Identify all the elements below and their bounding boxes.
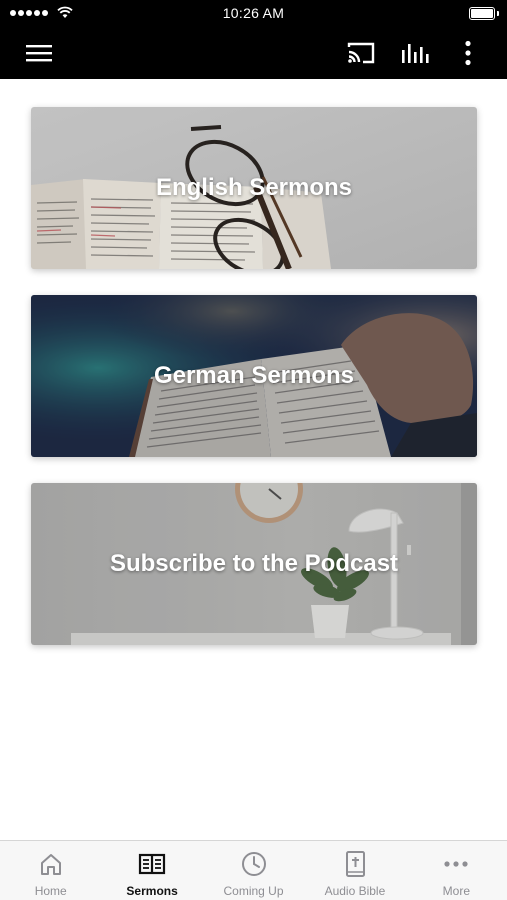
status-bar: 10:26 AM [0,0,507,26]
tab-label: Home [34,884,67,898]
tab-home[interactable]: Home [0,841,101,900]
more-vertical-icon [465,40,471,65]
tab-more[interactable]: More [406,841,507,900]
tab-sermons[interactable]: Sermons [101,841,202,900]
tab-audio-bible[interactable]: Audio Bible [304,841,405,900]
sermons-list: English Sermons German Sermons Subscribe… [0,79,507,840]
book-icon [139,853,166,875]
equalizer-icon [402,43,429,63]
card-title: English Sermons [155,174,353,201]
cast-button[interactable] [340,26,382,79]
clock-icon [241,852,266,876]
battery-icon [469,7,499,20]
tab-label: More [442,884,470,898]
home-icon [40,854,61,875]
tab-label: Sermons [126,884,178,898]
card-title: Subscribe to the Podcast [109,550,399,577]
menu-icon [26,44,52,61]
bottom-tab-bar: Home Sermons Coming Up Audio Bible More [0,840,507,900]
overflow-menu-button[interactable] [452,26,484,79]
card-title: German Sermons [153,362,355,389]
status-time: 10:26 AM [222,5,285,21]
audio-bars-button[interactable] [394,26,436,79]
german-sermons-card[interactable]: German Sermons [31,295,477,457]
tab-coming-up[interactable]: Coming Up [203,841,304,900]
more-horizontal-icon [444,861,468,867]
english-sermons-card[interactable]: English Sermons [31,107,477,269]
subscribe-podcast-card[interactable]: Subscribe to the Podcast [31,483,477,645]
cast-icon [347,42,375,63]
menu-button[interactable] [16,26,62,79]
tab-label: Coming Up [223,884,284,898]
tab-label: Audio Bible [324,884,386,898]
bible-icon [345,851,365,877]
app-bar [0,26,507,79]
